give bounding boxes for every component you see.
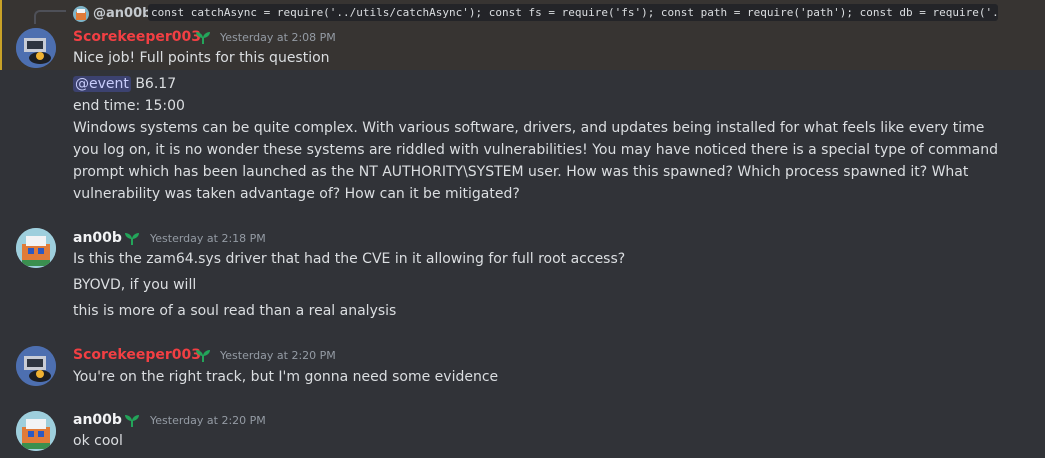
sprout-icon [196, 32, 210, 44]
sprout-icon [196, 350, 210, 362]
message-text: BYOVD, if you will [73, 277, 197, 293]
avatar[interactable] [16, 28, 56, 68]
mention[interactable]: @event [73, 76, 131, 92]
username[interactable]: Scorekeeper003 [73, 28, 201, 46]
message-text: You're on the right track, but I'm gonna… [73, 369, 499, 385]
reply-avatar[interactable] [73, 6, 89, 22]
message-text: this is more of a soul read than a real … [73, 303, 397, 319]
username[interactable]: an00b [73, 229, 122, 247]
avatar[interactable] [16, 411, 56, 451]
message-text: end time: 15:00 [73, 98, 185, 114]
avatar[interactable] [16, 346, 56, 386]
timestamp[interactable]: Yesterday at 2:18 PM [150, 232, 266, 246]
reply-author-name[interactable]: @an00b [93, 6, 151, 21]
message-text: Nice job! Full points for this question [73, 50, 330, 66]
timestamp[interactable]: Yesterday at 2:08 PM [220, 31, 336, 45]
message-text: Windows systems can be quite complex. Wi… [73, 120, 999, 202]
message-text: ok cool [73, 433, 123, 449]
avatar[interactable] [16, 228, 56, 268]
timestamp[interactable]: Yesterday at 2:20 PM [150, 414, 266, 428]
username[interactable]: an00b [73, 411, 122, 429]
sprout-icon [125, 233, 139, 245]
message-text-fragment: B6.17 [130, 76, 177, 92]
username[interactable]: Scorekeeper003 [73, 346, 201, 364]
message-text: @event B6.17 [73, 73, 176, 95]
reply-spine [34, 10, 66, 24]
sprout-icon [125, 415, 139, 427]
chat-message-list: @an00b const catchAsync = require('../ut… [0, 0, 1045, 458]
reply-preview-code[interactable]: const catchAsync = require('../utils/cat… [148, 4, 998, 21]
message-text: Is this the zam64.sys driver that had th… [73, 251, 626, 267]
timestamp[interactable]: Yesterday at 2:20 PM [220, 349, 336, 363]
